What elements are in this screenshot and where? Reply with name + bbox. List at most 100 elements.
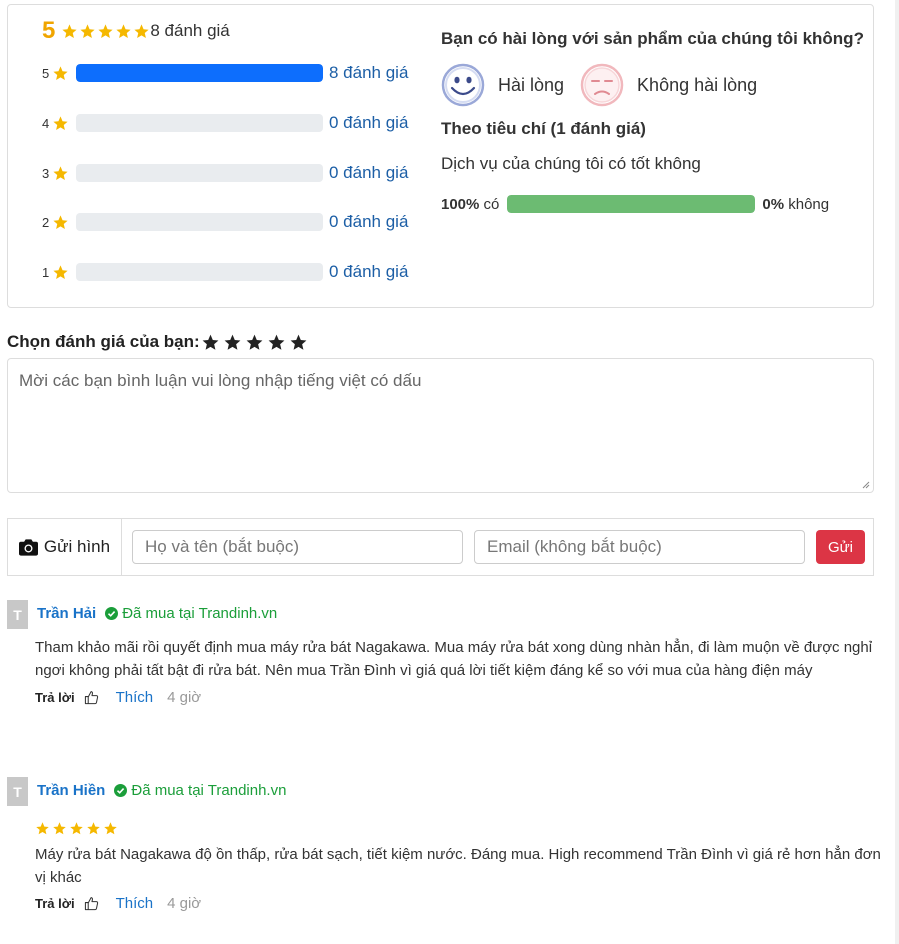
review-time: 4 giờ (167, 895, 202, 912)
select-star-icon[interactable] (201, 333, 220, 352)
review-time: 4 giờ (167, 689, 202, 706)
star-icon (133, 23, 150, 40)
star-icon (52, 264, 69, 281)
star-icon (79, 23, 96, 40)
star-icon (52, 821, 67, 836)
star-icon (69, 821, 84, 836)
star-icon (35, 821, 50, 836)
criteria-title: Theo tiêu chí (1 đánh giá) (441, 119, 646, 138)
rating-bar-stars: 5 (42, 65, 50, 81)
resize-handle-icon[interactable] (860, 479, 870, 489)
comment-textarea[interactable]: Mời các bạn bình luận vui lòng nhập tiến… (7, 358, 874, 493)
review-form-row: Gửi hình Họ và tên (bắt buộc) Email (khô… (7, 518, 874, 576)
rating-bar-4: 4 0 đánh giá (42, 113, 408, 133)
star-icon (103, 821, 118, 836)
rating-bar-track (76, 263, 323, 281)
rating-bar-5: 5 8 đánh giá (42, 63, 408, 83)
satisfied-label[interactable]: Hài lòng (498, 75, 564, 96)
verified-text: Đã mua tại Trandinh.vn (131, 782, 287, 799)
scrollbar[interactable] (895, 0, 899, 944)
thumbs-up-icon[interactable] (84, 690, 99, 705)
reviewer-name: Trần Hiền (37, 782, 106, 799)
reply-link[interactable]: Trả lời (35, 896, 75, 911)
satisfaction-question: Bạn có hài lòng với sản phẩm của chúng t… (441, 29, 864, 48)
rating-bar-stars: 1 (42, 264, 50, 280)
total-reviews: 8 đánh giá (150, 21, 230, 40)
review-text: Máy rửa bát Nagakawa độ ồn thấp, rửa bát… (35, 846, 881, 886)
camera-icon (18, 538, 38, 556)
unsatisfied-label[interactable]: Không hài lòng (637, 75, 757, 96)
criteria-result: 100% có 0% không (441, 195, 829, 213)
satisfaction-options: Hài lòng Không hài lòng (441, 63, 773, 107)
review-actions: Trả lời Thích 4 giờ (35, 689, 201, 706)
reviewer-name: Trần Hải (37, 605, 97, 622)
name-placeholder: Họ và tên (bắt buộc) (145, 537, 300, 556)
select-star-icon[interactable] (289, 333, 308, 352)
choose-rating: Chọn đánh giá của bạn: (7, 332, 308, 352)
avatar: T (7, 777, 28, 806)
star-icon (115, 23, 132, 40)
upload-image-button[interactable]: Gửi hình (8, 519, 122, 575)
no-label: không (788, 195, 830, 213)
verified-text: Đã mua tại Trandinh.vn (122, 605, 278, 622)
email-placeholder: Email (không bắt buộc) (487, 537, 662, 556)
rating-bar-track (76, 213, 323, 231)
thumbs-up-icon[interactable] (84, 896, 99, 911)
review-text: Tham khảo mãi rồi quyết định mua máy rửa… (35, 639, 873, 679)
like-link[interactable]: Thích (116, 689, 154, 706)
avatar: T (7, 600, 28, 629)
rating-summary: 5 8 đánh giá 5 8 đánh giá 4 0 đánh giá 3 0 đá… (7, 4, 874, 308)
criteria-progress (507, 195, 756, 213)
rating-bar-count[interactable]: 0 đánh giá (329, 113, 408, 133)
reply-link[interactable]: Trả lời (35, 690, 75, 705)
yes-label: có (483, 195, 500, 213)
review-stars (35, 821, 118, 836)
yes-percent: 100% (441, 195, 480, 213)
star-icon (52, 115, 69, 132)
star-icon (97, 23, 114, 40)
rating-bar-count[interactable]: 0 đánh giá (329, 262, 408, 282)
rating-bar-stars: 3 (42, 165, 50, 181)
star-icon (52, 165, 69, 182)
rating-bar-3: 3 0 đánh giá (42, 163, 408, 183)
happy-face-icon[interactable] (441, 63, 485, 107)
rating-bar-2: 2 0 đánh giá (42, 212, 408, 232)
name-input[interactable]: Họ và tên (bắt buộc) (132, 530, 463, 564)
no-percent: 0% (762, 195, 785, 213)
rating-bar-track (76, 114, 323, 132)
like-link[interactable]: Thích (116, 895, 154, 912)
choose-rating-stars (201, 333, 308, 352)
select-star-icon[interactable] (223, 333, 242, 352)
star-icon (86, 821, 101, 836)
rating-bar-count[interactable]: 0 đánh giá (329, 163, 408, 183)
review-actions: Trả lời Thích 4 giờ (35, 895, 201, 912)
upload-label: Gửi hình (43, 537, 111, 556)
rating-bar-stars: 4 (42, 115, 50, 131)
average-stars (61, 23, 150, 40)
average-rating: 5 8 đánh giá (42, 17, 230, 45)
rating-bar-1: 1 0 đánh giá (42, 262, 408, 282)
star-icon (61, 23, 78, 40)
rating-bar-count[interactable]: 8 đánh giá (329, 63, 408, 83)
sad-face-icon[interactable] (580, 63, 624, 107)
satisfaction-section: Bạn có hài lòng với sản phẩm của chúng t… (441, 29, 864, 213)
rating-bar-track (76, 164, 323, 182)
average-score: 5 (42, 17, 56, 44)
send-button[interactable]: Gửi (816, 530, 865, 564)
select-star-icon[interactable] (267, 333, 286, 352)
choose-rating-label: Chọn đánh giá của bạn: (7, 332, 200, 351)
check-circle-icon (105, 607, 119, 620)
comment-placeholder: Mời các bạn bình luận vui lòng nhập tiến… (19, 371, 422, 390)
rating-bar-fill (76, 64, 323, 82)
email-input[interactable]: Email (không bắt buộc) (474, 530, 805, 564)
verified-badge: Đã mua tại Trandinh.vn (105, 605, 277, 622)
rating-bar-count[interactable]: 0 đánh giá (329, 212, 408, 232)
rating-bar-stars: 2 (42, 214, 50, 230)
star-icon (52, 65, 69, 82)
verified-badge: Đã mua tại Trandinh.vn (114, 782, 286, 799)
criteria-question: Dịch vụ của chúng tôi có tốt không (441, 154, 701, 173)
review-header: Trần Hiền Đã mua tại Trandinh.vn (37, 782, 286, 799)
check-circle-icon (114, 784, 128, 797)
star-icon (52, 214, 69, 231)
select-star-icon[interactable] (245, 333, 264, 352)
